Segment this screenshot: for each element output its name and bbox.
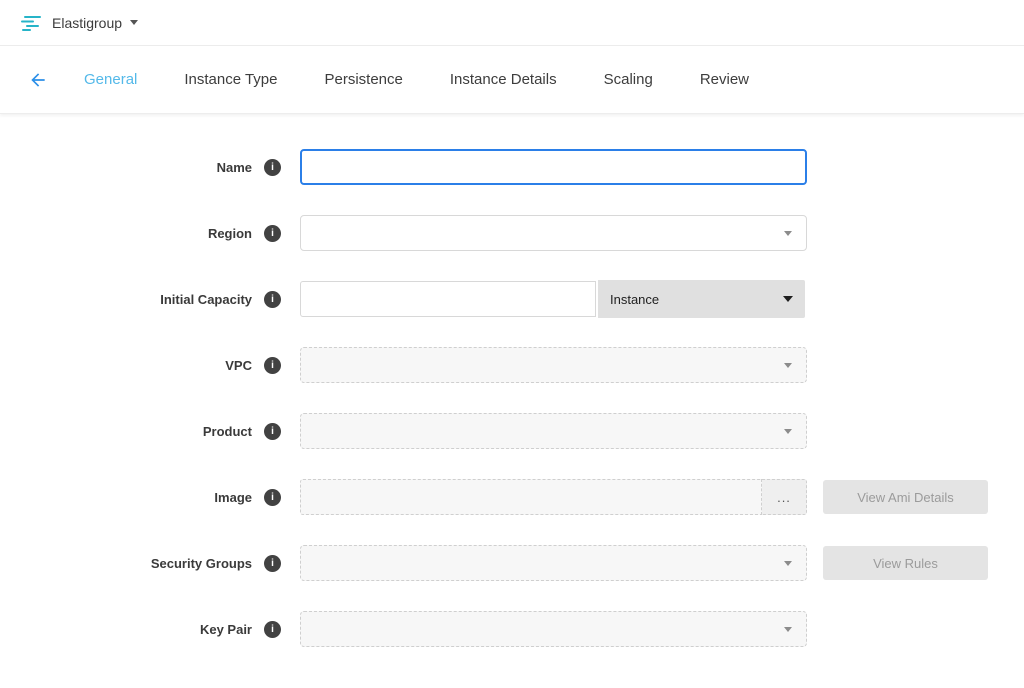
product-select[interactable] <box>300 413 807 449</box>
info-icon[interactable] <box>264 225 281 242</box>
chevron-down-icon <box>784 363 792 368</box>
chevron-down-icon <box>783 296 793 302</box>
tab-persistence[interactable]: Persistence <box>325 71 403 88</box>
chevron-down-icon <box>784 561 792 566</box>
name-label: Name <box>0 160 252 175</box>
image-label: Image <box>0 490 252 505</box>
security-groups-select[interactable] <box>300 545 807 581</box>
security-groups-label: Security Groups <box>0 556 252 571</box>
info-icon[interactable] <box>264 357 281 374</box>
wizard-nav: General Instance Type Persistence Instan… <box>0 46 1024 114</box>
elastigroup-logo-icon <box>20 15 42 31</box>
chevron-down-icon <box>784 429 792 434</box>
wizard-tabs: General Instance Type Persistence Instan… <box>84 71 749 88</box>
app-switcher[interactable]: Elastigroup <box>20 15 138 31</box>
arrow-left-icon <box>28 70 48 90</box>
key-pair-select[interactable] <box>300 611 807 647</box>
tab-general[interactable]: General <box>84 71 137 88</box>
back-button[interactable] <box>28 70 48 90</box>
name-input[interactable] <box>300 149 807 185</box>
tab-review[interactable]: Review <box>700 71 749 88</box>
form-row-vpc: VPC <box>0 347 1024 383</box>
view-ami-details-button[interactable]: View Ami Details <box>823 480 988 514</box>
form-row-product: Product <box>0 413 1024 449</box>
key-pair-label: Key Pair <box>0 622 252 637</box>
capacity-unit-value: Instance <box>610 292 659 307</box>
chevron-down-icon <box>784 627 792 632</box>
tab-instance-type[interactable]: Instance Type <box>184 71 277 88</box>
chevron-down-icon <box>784 231 792 236</box>
info-icon[interactable] <box>264 159 281 176</box>
form-row-image: Image ... View Ami Details <box>0 479 1024 515</box>
form-row-security-groups: Security Groups View Rules <box>0 545 1024 581</box>
image-browse-button[interactable]: ... <box>762 479 807 515</box>
info-icon[interactable] <box>264 555 281 572</box>
info-icon[interactable] <box>264 489 281 506</box>
info-icon[interactable] <box>264 621 281 638</box>
general-form: Name Region Initial Capacity Instance VP… <box>0 114 1024 647</box>
tab-scaling[interactable]: Scaling <box>604 71 653 88</box>
image-input[interactable] <box>300 479 762 515</box>
capacity-unit-select[interactable]: Instance <box>598 280 805 318</box>
app-header: Elastigroup <box>0 0 1024 46</box>
initial-capacity-label: Initial Capacity <box>0 292 252 307</box>
info-icon[interactable] <box>264 423 281 440</box>
form-row-initial-capacity: Initial Capacity Instance <box>0 281 1024 317</box>
view-rules-button[interactable]: View Rules <box>823 546 988 580</box>
initial-capacity-input[interactable] <box>300 281 596 317</box>
chevron-down-icon <box>130 20 138 25</box>
info-icon[interactable] <box>264 291 281 308</box>
region-label: Region <box>0 226 252 241</box>
vpc-select[interactable] <box>300 347 807 383</box>
vpc-label: VPC <box>0 358 252 373</box>
form-row-region: Region <box>0 215 1024 251</box>
product-label: Product <box>0 424 252 439</box>
app-title: Elastigroup <box>52 15 122 31</box>
form-row-key-pair: Key Pair <box>0 611 1024 647</box>
region-select[interactable] <box>300 215 807 251</box>
tab-instance-details[interactable]: Instance Details <box>450 71 557 88</box>
form-row-name: Name <box>0 149 1024 185</box>
